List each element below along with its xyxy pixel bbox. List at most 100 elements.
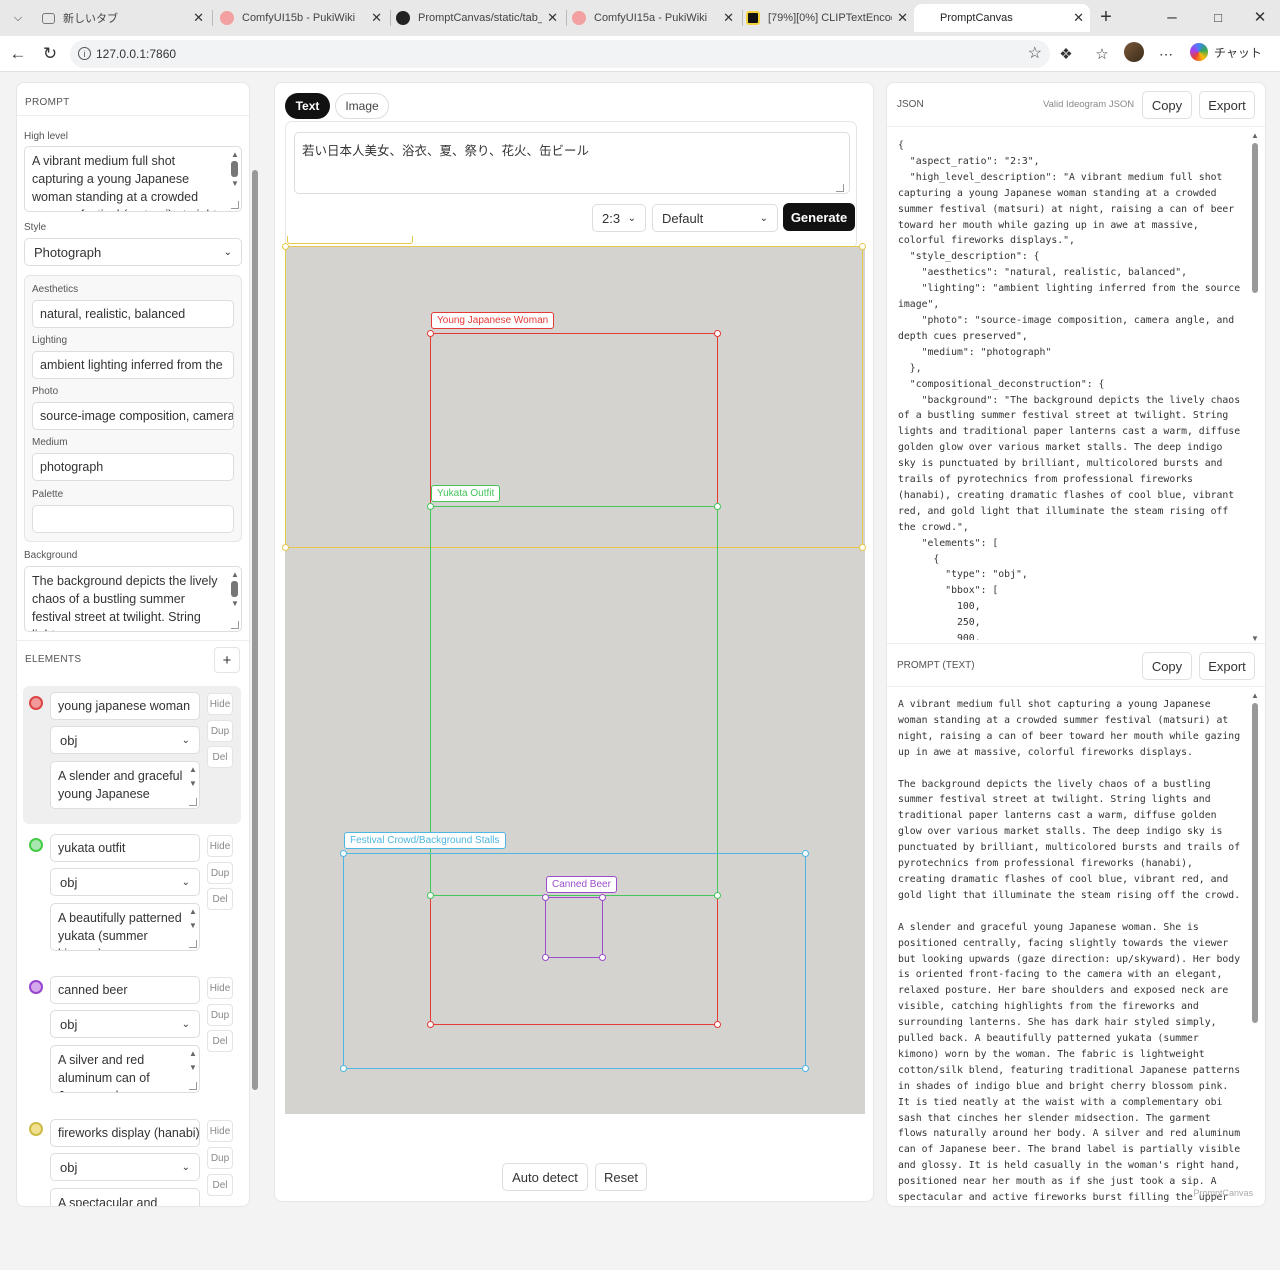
back-icon[interactable]: ←	[6, 42, 30, 66]
resize-handle[interactable]	[836, 184, 844, 192]
bbox-handle[interactable]	[427, 330, 434, 337]
element-description-textarea[interactable]: A spectacular and active fireworks burst	[50, 1188, 200, 1206]
hide-button[interactable]: Hide	[207, 1120, 233, 1142]
element-description-textarea[interactable]: A slender and graceful young Japanese wo…	[50, 761, 200, 809]
json-scrollbar[interactable]: ▲ ▼	[1251, 131, 1259, 643]
resize-handle[interactable]	[231, 621, 239, 629]
textarea-scrollbar[interactable]: ▲ ▼	[231, 150, 239, 188]
del-button[interactable]: Del	[207, 746, 233, 768]
browser-tab-pukiwiki-15b[interactable]: ComfyUI15b - PukiWiki ✕	[212, 4, 388, 32]
high-level-textarea[interactable]: A vibrant medium full shot capturing a y…	[24, 146, 242, 212]
element-name-input[interactable]: canned beer	[50, 976, 200, 1004]
bbox-handle[interactable]	[802, 850, 809, 857]
bbox-handle[interactable]	[599, 894, 606, 901]
bbox-handle[interactable]	[542, 954, 549, 961]
element-color-dot[interactable]	[29, 696, 43, 710]
aesthetics-input[interactable]: natural, realistic, balanced	[32, 300, 234, 328]
textarea-scrollbar[interactable]: ▲ ▼	[189, 765, 197, 788]
prompt-copy-button[interactable]: Copy	[1142, 652, 1192, 680]
close-tab-icon[interactable]: ✕	[1073, 10, 1084, 26]
json-export-button[interactable]: Export	[1199, 91, 1255, 119]
bbox-handle[interactable]	[802, 1065, 809, 1072]
palette-input[interactable]	[32, 505, 234, 533]
layout-canvas[interactable]: Young Japanese Woman Yukata Outfit Festi…	[282, 236, 866, 1114]
auto-detect-button[interactable]: Auto detect	[502, 1163, 588, 1191]
bbox-handle[interactable]	[542, 894, 549, 901]
tab-list-chevron-icon[interactable]: ⌵	[6, 6, 30, 30]
browser-tab-github[interactable]: PromptCanvas/static/tab_ ✕	[388, 4, 564, 32]
browser-tab-new[interactable]: 新しいタブ ✕	[34, 4, 210, 32]
bbox-handle[interactable]	[340, 1065, 347, 1072]
url-field[interactable]: i 127.0.0.1:7860 ☆	[70, 40, 1050, 68]
del-button[interactable]: Del	[207, 1174, 233, 1196]
dup-button[interactable]: Dup	[207, 720, 233, 742]
resize-handle[interactable]	[189, 940, 197, 948]
close-tab-icon[interactable]: ✕	[193, 10, 204, 26]
hide-button[interactable]: Hide	[207, 835, 233, 857]
resize-handle[interactable]	[189, 1082, 197, 1090]
element-description-textarea[interactable]: A silver and red aluminum can of Japanes…	[50, 1045, 200, 1093]
style-select[interactable]: Photograph ⌄	[24, 238, 242, 266]
lighting-input[interactable]: ambient lighting inferred from the	[32, 351, 234, 379]
browser-tab-pukiwiki-15a[interactable]: ComfyUI15a - PukiWiki ✕	[564, 4, 740, 32]
tab-image[interactable]: Image	[335, 93, 389, 119]
extensions-icon[interactable]: ❖	[1054, 42, 1078, 66]
element-type-select[interactable]: obj ⌄	[50, 1010, 200, 1038]
new-tab-plus-icon[interactable]: +	[1094, 5, 1118, 29]
close-tab-icon[interactable]: ✕	[371, 10, 382, 26]
bookmark-star-icon[interactable]: ☆	[1028, 43, 1042, 63]
aspect-select[interactable]: 2:3 ⌄	[592, 204, 646, 232]
resize-handle[interactable]	[231, 201, 239, 209]
minimize-icon[interactable]: –	[1160, 5, 1184, 29]
chat-button[interactable]: チャット	[1190, 43, 1262, 61]
close-tab-icon[interactable]: ✕	[897, 10, 908, 26]
element-color-dot[interactable]	[29, 838, 43, 852]
element-description-textarea[interactable]: A beautifully patterned yukata (summer k…	[50, 903, 200, 951]
textarea-scrollbar[interactable]: ▲ ▼	[231, 570, 239, 608]
bbox-handle[interactable]	[282, 544, 289, 551]
photo-input[interactable]: source-image composition, camera	[32, 402, 234, 430]
prompt-text-scrollbar[interactable]: ▲	[1251, 691, 1259, 1203]
prompt-input[interactable]: 若い日本人美女、浴衣、夏、祭り、花火、缶ビール	[294, 132, 850, 194]
medium-input[interactable]: photograph	[32, 453, 234, 481]
close-tab-icon[interactable]: ✕	[547, 10, 558, 26]
close-tab-icon[interactable]: ✕	[723, 10, 734, 26]
element-color-dot[interactable]	[29, 1122, 43, 1136]
bbox-handle[interactable]	[859, 243, 866, 250]
element-type-select[interactable]: obj ⌄	[50, 1153, 200, 1181]
del-button[interactable]: Del	[207, 1030, 233, 1052]
hide-button[interactable]: Hide	[207, 977, 233, 999]
textarea-scrollbar[interactable]: ▲ ▼	[189, 1049, 197, 1072]
del-button[interactable]: Del	[207, 888, 233, 910]
preset-select[interactable]: Default ⌄	[652, 204, 778, 232]
bbox-handle[interactable]	[599, 954, 606, 961]
add-element-button[interactable]: +	[214, 647, 240, 673]
tab-text[interactable]: Text	[285, 93, 330, 119]
json-output[interactable]: { "aspect_ratio": "2:3", "high_level_des…	[898, 138, 1242, 640]
prompt-export-button[interactable]: Export	[1199, 652, 1255, 680]
background-textarea[interactable]: The background depicts the lively chaos …	[24, 566, 242, 632]
bbox-beer[interactable]	[545, 897, 603, 958]
prompt-text-output[interactable]: A vibrant medium full shot capturing a y…	[898, 697, 1242, 1203]
generate-button[interactable]: Generate	[783, 203, 855, 231]
hide-button[interactable]: Hide	[207, 693, 233, 715]
reload-icon[interactable]: ↻	[38, 42, 62, 66]
bbox-handle[interactable]	[427, 503, 434, 510]
dup-button[interactable]: Dup	[207, 1004, 233, 1026]
resize-handle[interactable]	[189, 798, 197, 806]
bbox-handle[interactable]	[859, 544, 866, 551]
element-name-input[interactable]: young japanese woman	[50, 692, 200, 720]
element-name-input[interactable]: fireworks display (hanabi)	[50, 1119, 200, 1147]
dup-button[interactable]: Dup	[207, 862, 233, 884]
maximize-icon[interactable]: □	[1206, 5, 1230, 29]
reset-button[interactable]: Reset	[595, 1163, 647, 1191]
textarea-scrollbar[interactable]: ▲ ▼	[189, 907, 197, 930]
avatar[interactable]	[1124, 42, 1144, 62]
bbox-handle[interactable]	[282, 243, 289, 250]
dup-button[interactable]: Dup	[207, 1147, 233, 1169]
element-color-dot[interactable]	[29, 980, 43, 994]
bbox-handle[interactable]	[340, 850, 347, 857]
bbox-handle[interactable]	[714, 503, 721, 510]
left-panel-scrollbar[interactable]	[251, 160, 259, 1270]
json-copy-button[interactable]: Copy	[1142, 91, 1192, 119]
